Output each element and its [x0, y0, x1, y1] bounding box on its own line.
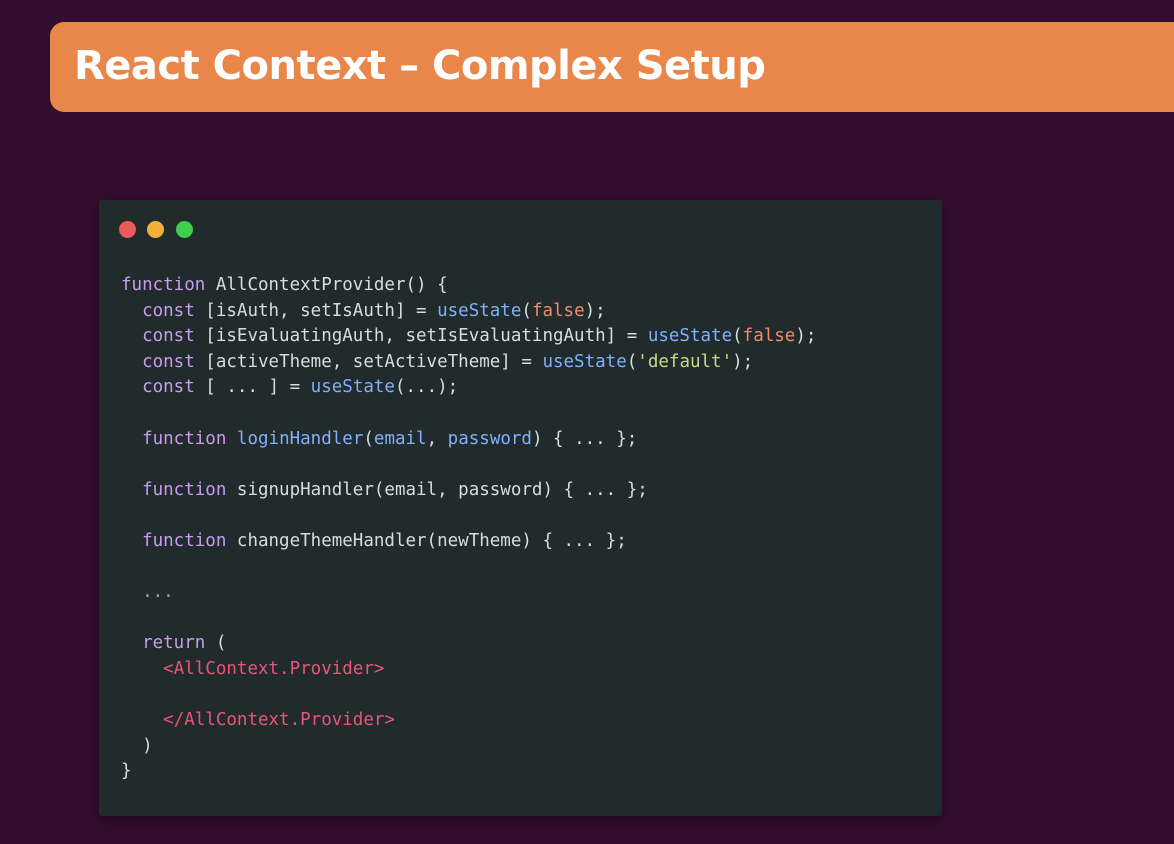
code-line: const [activeTheme, setActiveTheme] = us… — [142, 351, 754, 372]
code-line: function AllContextProvider() { — [121, 275, 448, 295]
code-line: function loginHandler(email, password) {… — [142, 428, 638, 449]
code-line: return ( — [142, 633, 227, 654]
code-line: function signupHandler(email, password) … — [142, 479, 648, 500]
code-line: ) — [142, 735, 153, 756]
code-line: const [isAuth, setIsAuth] = useState(fal… — [142, 300, 606, 321]
code-line: const [isEvaluatingAuth, setIsEvaluating… — [142, 326, 817, 347]
code-line: const [ ... ] = useState(...); — [142, 377, 459, 398]
code-line: </AllContext.Provider> — [163, 710, 395, 731]
code-block: function AllContextProvider() { const [i… — [121, 273, 816, 785]
code-line: <AllContext.Provider> — [163, 658, 385, 679]
slide-title: React Context – Complex Setup — [74, 43, 766, 89]
code-line: } — [121, 761, 132, 782]
window-maximize-dot-icon — [176, 221, 193, 238]
code-line: ... — [142, 582, 174, 603]
window-minimize-dot-icon — [147, 221, 164, 238]
code-line: function changeThemeHandler(newTheme) { … — [142, 530, 627, 551]
window-close-dot-icon — [119, 221, 136, 238]
slide-title-banner: React Context – Complex Setup — [50, 22, 1174, 112]
